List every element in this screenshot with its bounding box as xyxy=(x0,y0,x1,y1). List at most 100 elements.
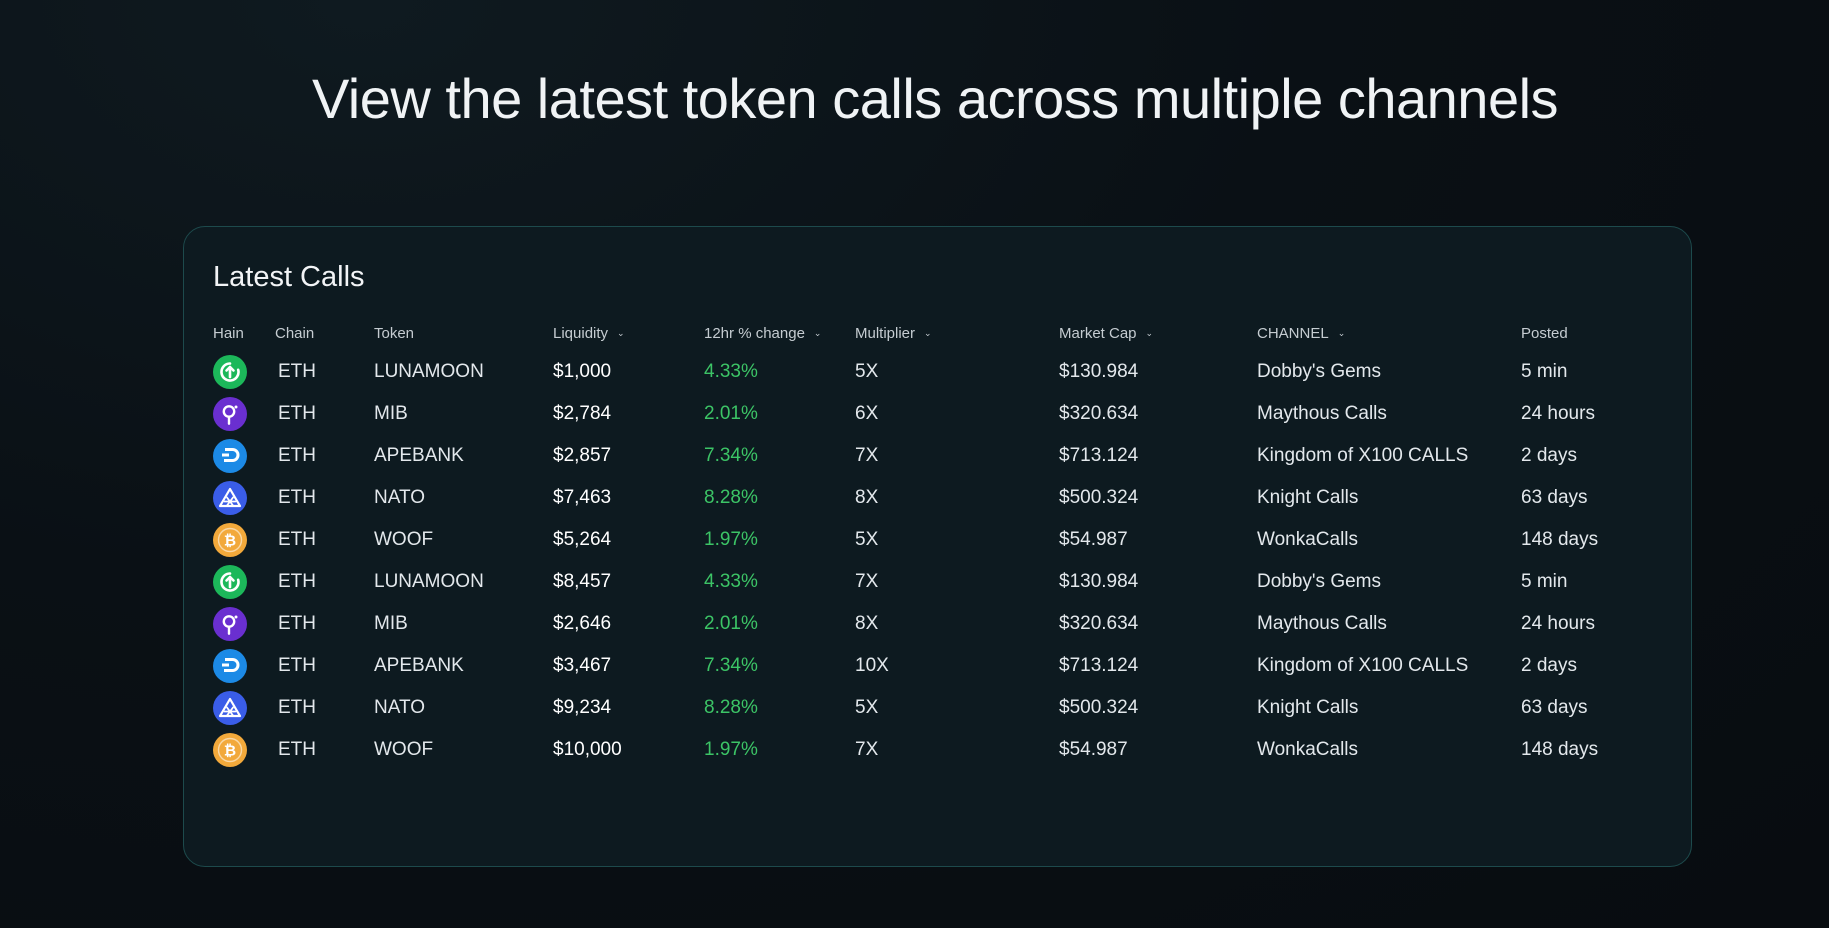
table-row[interactable]: ETH APEBANK $3,467 7.34% 10X $713.124 Ki… xyxy=(184,646,1691,686)
change-cell: 1.97% xyxy=(704,529,758,550)
column-header-token: Token xyxy=(374,325,415,342)
multiplier-cell: 6X xyxy=(855,403,879,424)
token-cell: WOOF xyxy=(374,529,434,550)
table-row[interactable]: ETH NATO $7,463 8.28% 8X $500.324 Knight… xyxy=(184,478,1691,518)
chain-cell: ETH xyxy=(278,361,316,382)
chain-cell: ETH xyxy=(278,403,316,424)
market-cap-cell: $130.984 xyxy=(1059,571,1139,592)
posted-cell: 2 days xyxy=(1521,445,1577,466)
chain-cell: ETH xyxy=(278,655,316,676)
chain-cell: ETH xyxy=(278,697,316,718)
change-cell: 2.01% xyxy=(704,403,758,424)
table-row[interactable]: ₿ ETH WOOF $5,264 1.97% 5X $54.987 Wonka… xyxy=(184,520,1691,560)
chevron-down-icon: ⌄ xyxy=(1337,328,1346,338)
channel-cell: Dobby's Gems xyxy=(1257,361,1382,382)
multiplier-cell: 10X xyxy=(855,655,889,676)
change-cell: 8.28% xyxy=(704,487,758,508)
liquidity-cell: $2,646 xyxy=(553,613,612,634)
column-header-hain: Hain xyxy=(213,325,244,342)
green-circle-arrow-icon xyxy=(213,355,247,389)
liquidity-cell: $5,264 xyxy=(553,529,612,550)
liquidity-cell: $1,000 xyxy=(553,361,612,382)
dash-coin-icon xyxy=(213,439,247,473)
multiplier-cell: 8X xyxy=(855,613,879,634)
column-header-channel[interactable]: CHANNEL ⌄ xyxy=(1257,325,1345,342)
change-cell: 8.28% xyxy=(704,697,758,718)
posted-cell: 63 days xyxy=(1521,697,1588,718)
bitcoin-coin-icon: ₿ xyxy=(213,733,247,767)
change-cell: 7.34% xyxy=(704,445,758,466)
bitcoin-coin-icon: ₿ xyxy=(213,523,247,557)
channel-cell: Maythous Calls xyxy=(1257,403,1387,424)
purple-ring-icon xyxy=(213,607,247,641)
chevron-down-icon: ⌄ xyxy=(813,328,822,338)
green-circle-arrow-icon xyxy=(213,565,247,599)
table-row[interactable]: ETH LUNAMOON $1,000 4.33% 5X $130.984 Do… xyxy=(184,352,1691,392)
liquidity-cell: $10,000 xyxy=(553,739,622,760)
table-row[interactable]: ETH APEBANK $2,857 7.34% 7X $713.124 Kin… xyxy=(184,436,1691,476)
liquidity-cell: $3,467 xyxy=(553,655,612,676)
posted-cell: 5 min xyxy=(1521,361,1568,382)
token-cell: LUNAMOON xyxy=(374,571,484,592)
change-cell: 2.01% xyxy=(704,613,758,634)
posted-cell: 148 days xyxy=(1521,739,1599,760)
table-row[interactable]: ₿ ETH WOOF $10,000 1.97% 7X $54.987 Wonk… xyxy=(184,730,1691,770)
chain-cell: ETH xyxy=(278,613,316,634)
card-title: Latest Calls xyxy=(213,261,365,293)
svg-text:₿: ₿ xyxy=(224,532,236,550)
market-cap-cell: $54.987 xyxy=(1059,739,1128,760)
token-cell: WOOF xyxy=(374,739,434,760)
column-header-liquidity[interactable]: Liquidity ⌄ xyxy=(553,325,625,342)
page-headline: View the latest token calls across multi… xyxy=(311,67,1559,130)
channel-cell: WonkaCalls xyxy=(1257,739,1359,760)
multiplier-cell: 5X xyxy=(855,529,879,550)
market-cap-cell: $54.987 xyxy=(1059,529,1128,550)
token-cell: LUNAMOON xyxy=(374,361,484,382)
table-row[interactable]: ETH MIB $2,646 2.01% 8X $320.634 Maythou… xyxy=(184,604,1691,644)
chain-cell: ETH xyxy=(278,487,316,508)
column-header-liquidity-label: Liquidity xyxy=(553,325,609,342)
multiplier-cell: 5X xyxy=(855,697,879,718)
blue-triangle-icon xyxy=(213,481,247,515)
channel-cell: Knight Calls xyxy=(1257,487,1359,508)
chevron-down-icon: ⌄ xyxy=(1145,328,1154,338)
multiplier-cell: 7X xyxy=(855,571,879,592)
column-header-chain: Chain xyxy=(275,325,315,342)
chain-cell: ETH xyxy=(278,529,316,550)
column-header-multiplier[interactable]: Multiplier ⌄ xyxy=(855,325,932,342)
change-cell: 4.33% xyxy=(704,361,758,382)
blue-triangle-icon xyxy=(213,691,247,725)
dash-coin-icon xyxy=(213,649,247,683)
liquidity-cell: $9,234 xyxy=(553,697,612,718)
channel-cell: Dobby's Gems xyxy=(1257,571,1382,592)
purple-ring-icon xyxy=(213,397,247,431)
table-row[interactable]: ETH LUNAMOON $8,457 4.33% 7X $130.984 Do… xyxy=(184,562,1691,602)
table-row[interactable]: ETH MIB $2,784 2.01% 6X $320.634 Maythou… xyxy=(184,394,1691,434)
column-header-market-cap[interactable]: Market Cap ⌄ xyxy=(1059,325,1153,342)
token-cell: APEBANK xyxy=(374,655,464,676)
chevron-down-icon: ⌄ xyxy=(924,328,932,338)
posted-cell: 2 days xyxy=(1521,655,1577,676)
multiplier-cell: 8X xyxy=(855,487,879,508)
market-cap-cell: $130.984 xyxy=(1059,361,1139,382)
market-cap-cell: $500.324 xyxy=(1059,487,1139,508)
market-cap-cell: $320.634 xyxy=(1059,403,1139,424)
token-cell: MIB xyxy=(374,403,408,424)
posted-cell: 24 hours xyxy=(1521,613,1595,634)
channel-cell: Knight Calls xyxy=(1257,697,1359,718)
column-header-channel-label: CHANNEL xyxy=(1257,325,1329,342)
market-cap-cell: $500.324 xyxy=(1059,697,1139,718)
table-row[interactable]: ETH NATO $9,234 8.28% 5X $500.324 Knight… xyxy=(184,688,1691,728)
token-cell: NATO xyxy=(374,487,426,508)
posted-cell: 148 days xyxy=(1521,529,1599,550)
column-header-multiplier-label: Multiplier xyxy=(855,325,916,342)
market-cap-cell: $713.124 xyxy=(1059,655,1139,676)
multiplier-cell: 7X xyxy=(855,445,879,466)
posted-cell: 63 days xyxy=(1521,487,1588,508)
channel-cell: Kingdom of X100 CALLS xyxy=(1257,655,1469,676)
liquidity-cell: $7,463 xyxy=(553,487,612,508)
column-header-change[interactable]: 12hr % change ⌄ xyxy=(704,325,821,342)
posted-cell: 24 hours xyxy=(1521,403,1595,424)
change-cell: 1.97% xyxy=(704,739,758,760)
change-cell: 4.33% xyxy=(704,571,758,592)
